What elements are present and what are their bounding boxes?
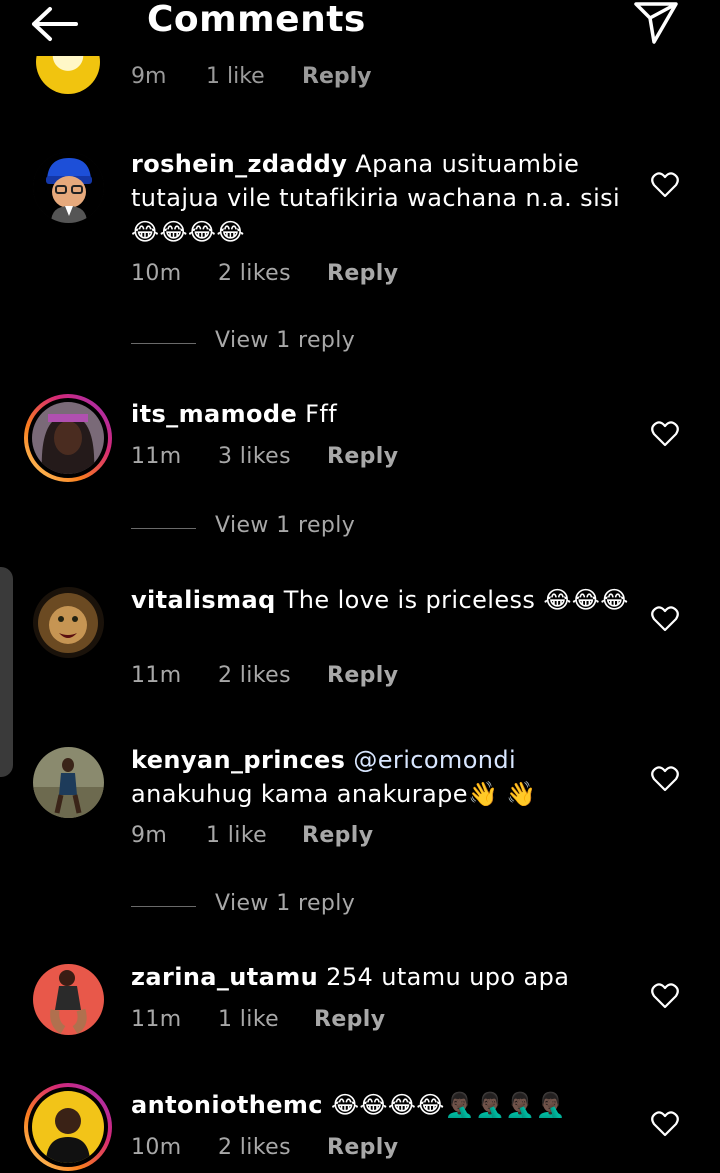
partial-comment: 9m 1 like Reply — [0, 56, 720, 102]
reply-button[interactable]: Reply — [327, 1135, 399, 1160]
back-arrow-icon[interactable] — [30, 4, 82, 44]
heart-icon[interactable] — [651, 1111, 679, 1137]
avatar[interactable] — [33, 152, 104, 223]
avatar-image — [32, 1091, 104, 1163]
view-replies-label: View 1 reply — [215, 328, 356, 353]
comment-time: 10m — [131, 1135, 182, 1160]
comment-item: its_mamode Fff 11m 3 likes Reply View 1 … — [0, 394, 720, 547]
view-replies-label: View 1 reply — [215, 513, 356, 538]
avatar[interactable] — [33, 587, 104, 658]
send-icon[interactable] — [632, 0, 680, 46]
edge-panel-handle[interactable] — [0, 567, 13, 777]
avatar[interactable] — [36, 56, 100, 94]
comment-likes[interactable]: 1 like — [206, 64, 265, 89]
top-bar: Comments — [0, 0, 720, 56]
avatar[interactable] — [24, 394, 112, 482]
avatar[interactable] — [33, 747, 104, 818]
comment-body: The love is priceless 😂😂😂 — [275, 586, 629, 614]
comment-username[interactable]: antoniothemc — [131, 1091, 323, 1119]
divider — [131, 528, 196, 529]
reply-button[interactable]: Reply — [327, 444, 399, 469]
heart-icon[interactable] — [651, 421, 679, 447]
heart-icon[interactable] — [651, 766, 679, 792]
comment-body: 😂😂😂😂🤦🏿‍♂️🤦🏿‍♂️🤦🏿‍♂️🤦🏿‍♂️ — [322, 1091, 566, 1119]
comment-item: roshein_zdaddy Apana usituambie tutajua … — [0, 147, 720, 353]
divider — [131, 906, 196, 907]
comment-time: 10m — [131, 261, 182, 286]
comment-username[interactable]: kenyan_princes — [131, 746, 345, 774]
comment-likes[interactable]: 2 likes — [218, 1135, 291, 1160]
heart-icon[interactable] — [651, 172, 679, 198]
view-replies-label: View 1 reply — [215, 891, 356, 916]
comment-body: Fff — [297, 400, 338, 428]
avatar-image — [32, 402, 104, 474]
comment-item: vitalismaq The love is priceless 😂😂😂 11m… — [0, 583, 720, 693]
comment-username[interactable]: its_mamode — [131, 400, 297, 428]
comment-text: vitalismaq The love is priceless 😂😂😂 — [131, 583, 631, 617]
comment-username[interactable]: zarina_utamu — [131, 963, 318, 991]
comment-likes[interactable]: 1 like — [206, 823, 267, 848]
heart-icon[interactable] — [651, 606, 679, 632]
view-replies-button[interactable]: View 1 reply — [131, 891, 431, 921]
view-replies-button[interactable]: View 1 reply — [131, 328, 431, 358]
comment-body: 254 utamu upo apa — [318, 963, 570, 991]
avatar[interactable] — [24, 1083, 112, 1171]
comment-time: 11m — [131, 444, 182, 469]
comment-text: antoniothemc 😂😂😂😂🤦🏿‍♂️🤦🏿‍♂️🤦🏿‍♂️🤦🏿‍♂️ — [131, 1088, 631, 1122]
view-replies-button[interactable]: View 1 reply — [131, 513, 431, 543]
page-title: Comments — [147, 0, 366, 40]
comment-text: kenyan_princes @ericomondi anakuhug kama… — [131, 743, 631, 811]
comment-text: zarina_utamu 254 utamu upo apa — [131, 960, 631, 994]
comment-time: 9m — [131, 823, 168, 848]
reply-button[interactable]: Reply — [302, 64, 372, 89]
heart-icon[interactable] — [651, 983, 679, 1009]
comment-text: roshein_zdaddy Apana usituambie tutajua … — [131, 147, 631, 249]
comment-text: its_mamode Fff — [131, 397, 631, 431]
comment-likes[interactable]: 2 likes — [218, 261, 291, 286]
comment-time: 11m — [131, 663, 182, 688]
comment-username[interactable]: vitalismaq — [131, 586, 276, 614]
comment-item: zarina_utamu 254 utamu upo apa 11m 1 lik… — [0, 960, 720, 1050]
reply-button[interactable]: Reply — [327, 261, 399, 286]
comment-time: 9m — [131, 64, 167, 89]
reply-button[interactable]: Reply — [327, 663, 399, 688]
comment-item: antoniothemc 😂😂😂😂🤦🏿‍♂️🤦🏿‍♂️🤦🏿‍♂️🤦🏿‍♂️ 10… — [0, 1083, 720, 1173]
comment-username[interactable]: roshein_zdaddy — [131, 150, 347, 178]
divider — [131, 343, 196, 344]
comment-time: 11m — [131, 1007, 182, 1032]
comment-likes[interactable]: 1 like — [218, 1007, 279, 1032]
comment-likes[interactable]: 2 likes — [218, 663, 291, 688]
avatar[interactable] — [33, 964, 104, 1035]
reply-button[interactable]: Reply — [302, 823, 374, 848]
comment-item: kenyan_princes @ericomondi anakuhug kama… — [0, 743, 720, 923]
reply-button[interactable]: Reply — [314, 1007, 386, 1032]
comment-likes[interactable]: 3 likes — [218, 444, 291, 469]
mention-link[interactable]: @ericomondi — [345, 746, 516, 774]
comment-body: anakuhug kama anakurape👋 👋 — [131, 780, 537, 808]
